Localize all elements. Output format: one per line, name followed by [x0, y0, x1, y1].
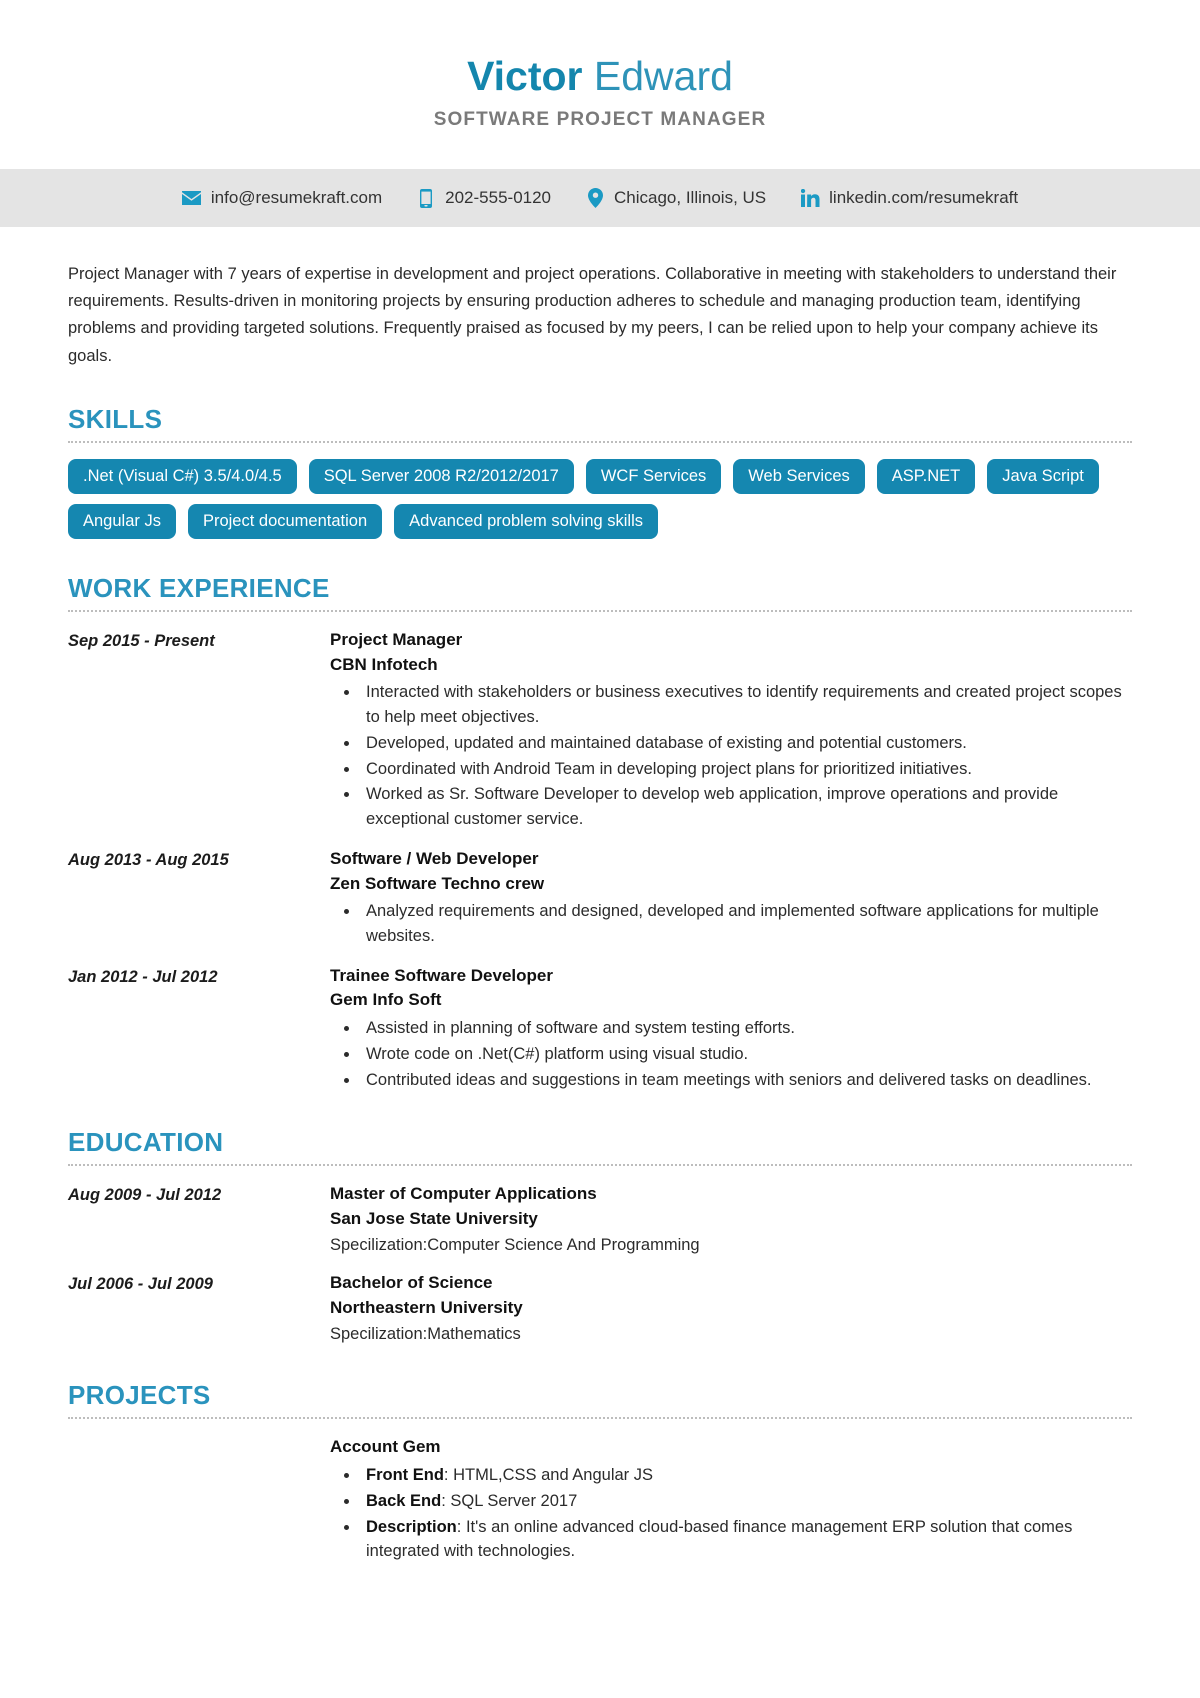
work-entry-role: Project Manager: [330, 630, 463, 650]
envelope-icon: [182, 188, 202, 208]
work-entry-company: Zen Software Techno crew: [330, 873, 545, 893]
bullet-item: Assisted in planning of software and sys…: [360, 1016, 1132, 1041]
education-entry-date: Aug 2009 - Jul 2012: [68, 1186, 222, 1205]
education-entry-school: San Jose State University: [330, 1208, 538, 1228]
skills-section: SKILLS .Net (Visual C#) 3.5/4.0/4.5 SQL …: [68, 403, 1132, 540]
skills-list: .Net (Visual C#) 3.5/4.0/4.5 SQL Server …: [68, 458, 1132, 540]
skill-chip: SQL Server 2008 R2/2012/2017: [308, 458, 574, 495]
bullet-item: Back End: SQL Server 2017: [360, 1489, 1132, 1514]
contact-phone-text: 202-555-0120: [445, 188, 552, 208]
professional-summary: Project Manager with 7 years of expertis…: [68, 265, 1117, 365]
resume-header: Victor Edward SOFTWARE PROJECT MANAGER: [0, 0, 1200, 149]
work-experience-section-title: WORK EXPERIENCE: [68, 573, 330, 604]
work-entry-main: Trainee Software Developer Gem Info Soft…: [330, 964, 1132, 1094]
map-pin-icon: [585, 188, 605, 209]
section-divider: [68, 610, 1132, 613]
education-section-title: EDUCATION: [68, 1127, 224, 1158]
work-entry-date: Jan 2012 - Jul 2012: [68, 967, 218, 986]
project-item-value: : It's an online advanced cloud-based fi…: [366, 1517, 1073, 1561]
work-entry-bullets: Analyzed requirements and designed, deve…: [330, 899, 1132, 949]
education-section: EDUCATION Aug 2009 - Jul 2012 Master of …: [68, 1127, 1132, 1346]
work-entry-company: CBN Infotech: [330, 654, 438, 674]
skill-chip: Angular Js: [68, 504, 176, 540]
education-entry-specialization: Specilization:Computer Science And Progr…: [330, 1235, 700, 1254]
job-title: SOFTWARE PROJECT MANAGER: [433, 109, 767, 131]
work-entry-role: Software / Web Developer: [330, 848, 539, 868]
education-entry: Aug 2009 - Jul 2012 Master of Computer A…: [68, 1182, 1132, 1257]
bullet-item: Front End: HTML,CSS and Angular JS: [360, 1463, 1132, 1488]
contact-email[interactable]: info@resumekraft.com: [182, 188, 382, 208]
education-entry: Jul 2006 - Jul 2009 Bachelor of Science …: [68, 1271, 1132, 1346]
skill-chip: ASP.NET: [876, 458, 976, 495]
education-entry-specialization: Specilization:Mathematics: [330, 1324, 521, 1343]
last-name: Edward: [582, 53, 733, 99]
project-bullets: Front End: HTML,CSS and Angular JS Back …: [330, 1463, 1132, 1564]
work-entry-company: Gem Info Soft: [330, 990, 442, 1010]
work-entry-bullets: Assisted in planning of software and sys…: [330, 1016, 1132, 1092]
education-entry-main: Master of Computer Applications San Jose…: [330, 1182, 1132, 1257]
section-divider: [68, 1417, 1132, 1420]
education-entry-main: Bachelor of Science Northeastern Univers…: [330, 1271, 1132, 1346]
section-divider: [68, 440, 1132, 443]
work-entry-date: Sep 2015 - Present: [68, 632, 215, 651]
work-entry-main: Project Manager CBN Infotech Interacted …: [330, 628, 1132, 833]
skill-chip: WCF Services: [585, 458, 722, 495]
education-entry-school: Northeastern University: [330, 1297, 523, 1317]
project-name: Account Gem: [330, 1437, 441, 1457]
skill-chip: Web Services: [733, 458, 865, 495]
projects-section-title: PROJECTS: [68, 1380, 211, 1411]
skill-chip: .Net (Visual C#) 3.5/4.0/4.5: [68, 458, 297, 495]
work-experience-section: WORK EXPERIENCE Sep 2015 - Present Proje…: [68, 573, 1132, 1093]
education-entry-degree: Bachelor of Science: [330, 1273, 493, 1293]
bullet-item: Analyzed requirements and designed, deve…: [360, 899, 1132, 949]
work-entry: Sep 2015 - Present Project Manager CBN I…: [68, 628, 1132, 833]
education-entry-degree: Master of Computer Applications: [330, 1184, 597, 1204]
contact-linkedin[interactable]: linkedin.com/resumekraft: [800, 188, 1018, 208]
work-entry-role: Trainee Software Developer: [330, 965, 553, 985]
linkedin-icon: [800, 188, 820, 208]
section-divider: [68, 1164, 1132, 1167]
contact-location[interactable]: Chicago, Illinois, US: [585, 188, 767, 209]
project-item-label: Description: [366, 1517, 457, 1536]
bullet-item: Developed, updated and maintained databa…: [360, 731, 1132, 756]
work-entry-date: Aug 2013 - Aug 2015: [68, 850, 229, 869]
bullet-item: Worked as Sr. Software Developer to deve…: [360, 782, 1132, 832]
mobile-phone-icon: [416, 188, 436, 208]
bullet-item: Coordinated with Android Team in develop…: [360, 757, 1132, 782]
contact-location-text: Chicago, Illinois, US: [614, 188, 767, 208]
project-entry: Account Gem Front End: HTML,CSS and Angu…: [330, 1435, 1132, 1564]
work-entry-bullets: Interacted with stakeholders or business…: [330, 680, 1132, 832]
skills-section-title: SKILLS: [68, 403, 163, 434]
project-item-value: : SQL Server 2017: [441, 1491, 578, 1510]
work-entry: Jan 2012 - Jul 2012 Trainee Software Dev…: [68, 964, 1132, 1094]
contact-bar: info@resumekraft.com 202-555-0120 Chicag…: [0, 169, 1200, 228]
contact-phone[interactable]: 202-555-0120: [416, 188, 551, 208]
first-name: Victor: [467, 53, 583, 99]
skill-chip: Advanced problem solving skills: [394, 504, 659, 540]
candidate-name: Victor Edward: [0, 53, 1200, 99]
project-item-label: Front End: [366, 1466, 444, 1484]
work-entry: Aug 2013 - Aug 2015 Software / Web Devel…: [68, 847, 1132, 950]
skill-chip: Project documentation: [187, 504, 383, 540]
resume-page: Victor Edward SOFTWARE PROJECT MANAGER i…: [0, 0, 1200, 1698]
bullet-item: Contributed ideas and suggestions in tea…: [360, 1068, 1132, 1093]
education-entry-date: Jul 2006 - Jul 2009: [68, 1275, 213, 1294]
projects-section: PROJECTS Account Gem Front End: HTML,CSS…: [68, 1380, 1132, 1564]
bullet-item: Wrote code on .Net(C#) platform using vi…: [360, 1042, 1132, 1067]
project-item-label: Back End: [366, 1491, 442, 1510]
contact-linkedin-text: linkedin.com/resumekraft: [829, 188, 1019, 208]
contact-email-text: info@resumekraft.com: [210, 188, 383, 208]
work-entry-main: Software / Web Developer Zen Software Te…: [330, 847, 1132, 950]
project-item-value: : HTML,CSS and Angular JS: [443, 1466, 654, 1484]
bullet-item: Description: It's an online advanced clo…: [360, 1515, 1132, 1565]
skill-chip: Java Script: [987, 458, 1099, 495]
bullet-item: Interacted with stakeholders or business…: [360, 680, 1132, 730]
resume-content: Project Manager with 7 years of expertis…: [0, 261, 1200, 1605]
